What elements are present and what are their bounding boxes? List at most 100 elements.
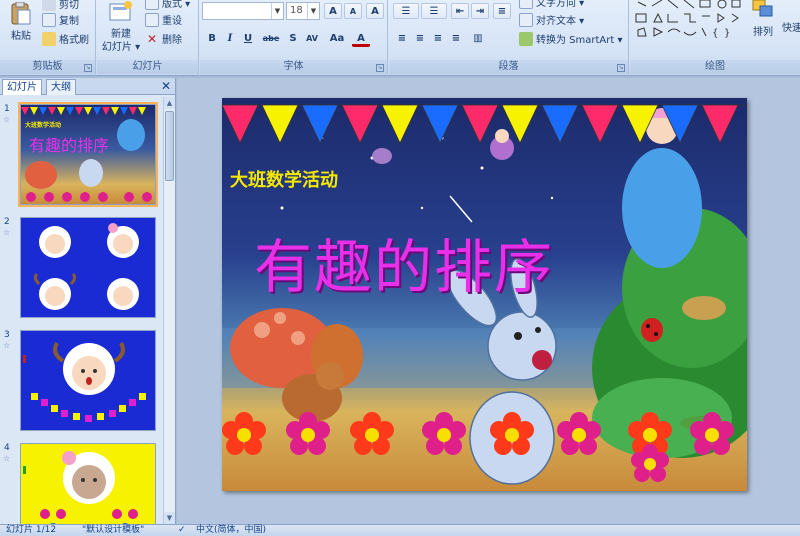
slide-thumbnail-4[interactable] (20, 443, 156, 524)
brush-icon (42, 31, 56, 46)
slide-title[interactable]: 有趣的排序 (254, 220, 554, 304)
underline-label: U (243, 33, 253, 44)
drawing-group: {} 排列 快速 绘图 (630, 0, 800, 76)
numbering-button[interactable]: ☰ (421, 3, 447, 19)
layout-button[interactable]: 版式 ▾ (145, 0, 190, 10)
copy-button[interactable]: 复制 (42, 12, 79, 27)
reset-button[interactable]: 重设 (145, 12, 182, 27)
change-case-button[interactable]: Aa (328, 31, 346, 47)
quick-styles-button[interactable]: 快速 (780, 22, 800, 35)
reset-label: 重设 (162, 16, 182, 27)
slide-thumbnail-3[interactable] (20, 330, 156, 431)
align-center-icon: ≡ (415, 33, 425, 44)
shadow-button[interactable]: S (284, 31, 302, 47)
align-left-button[interactable]: ≡ (393, 31, 411, 47)
change-case-label: Aa (329, 33, 345, 44)
thumbnail-list: 1 ☆ 大班数学活动 有趣的排序 2 ☆ 3 ☆ 4 ☆ (0, 97, 164, 524)
current-slide[interactable]: 大班数学活动 有趣的排序 (222, 98, 747, 491)
layout-icon (145, 0, 159, 10)
align-right-button[interactable]: ≡ (429, 31, 447, 47)
char-spacing-button[interactable]: AV (303, 31, 321, 47)
delete-label: 删除 (162, 35, 182, 46)
language-status[interactable]: 中文(简体，中国) (196, 525, 266, 536)
slides-group-label: 幻灯片 (97, 60, 198, 74)
scroll-up-icon[interactable]: ▲ (164, 97, 175, 109)
clear-format-button[interactable]: A (366, 3, 384, 19)
font-launcher-icon[interactable]: ↘ (376, 64, 384, 72)
font-size-value: 18 (290, 5, 303, 16)
grow-font-button[interactable]: A (324, 3, 342, 19)
paragraph-launcher-icon[interactable]: ↘ (617, 64, 625, 72)
delete-button[interactable]: ✕ 删除 (145, 31, 182, 47)
align-text-button[interactable]: 对齐文本 ▾ (519, 12, 584, 27)
clipboard-launcher-icon[interactable]: ↘ (84, 64, 92, 72)
cut-label: 剪切 (59, 0, 79, 11)
font-color-button[interactable]: A (352, 31, 370, 47)
close-icon[interactable]: ✕ (161, 79, 171, 93)
font-name-combo[interactable]: ▼ (202, 2, 284, 20)
scissors-icon (42, 0, 56, 11)
thumbnail-4-art (23, 451, 138, 524)
thumbnail-row[interactable]: 3 ☆ (0, 330, 164, 434)
chevron-down-icon[interactable]: ▼ (271, 3, 283, 19)
thumbnail-number: 2 (4, 217, 10, 227)
scroll-thumb[interactable] (165, 111, 174, 181)
paste-button[interactable]: 粘贴 (4, 1, 38, 43)
thumbnail-row[interactable]: 2 ☆ (0, 217, 164, 321)
smartart-button[interactable]: 转换为 SmartArt ▾ (519, 31, 623, 46)
animation-star-icon: ☆ (3, 454, 11, 463)
reset-icon (145, 12, 159, 27)
copy-label: 复制 (59, 16, 79, 27)
thumbnail-row[interactable]: 4 ☆ (0, 443, 164, 524)
align-center-button[interactable]: ≡ (411, 31, 429, 47)
theme-name[interactable]: "默认设计模板" (82, 525, 144, 536)
thumbnail-scrollbar[interactable]: ▲ ▼ (163, 97, 175, 524)
text-direction-button[interactable]: 文字方向 ▾ (519, 0, 584, 9)
arrange-icon (752, 0, 773, 17)
tab-slides[interactable]: 幻灯片 (2, 79, 42, 95)
ribbon: 粘贴 剪切 复制 格式刷 剪贴板 ↘ 新建 幻灯片 ▾ 版式 ▾ 重设 ✕ 删除 … (0, 0, 800, 76)
italic-button[interactable]: I (221, 31, 239, 47)
tab-outline[interactable]: 大纲 (46, 79, 76, 95)
arrange-button[interactable]: 排列 (748, 0, 778, 39)
align-right-icon: ≡ (433, 33, 443, 44)
thumbnail-row[interactable]: 1 ☆ 大班数学活动 有趣的排序 (0, 102, 164, 208)
spellcheck-icon[interactable]: ✓ (178, 525, 186, 536)
bold-button[interactable]: B (203, 31, 221, 47)
grow-font-label: A (329, 6, 337, 17)
chevron-down-icon[interactable]: ▼ (307, 3, 319, 19)
shrink-font-button[interactable]: A (344, 3, 362, 19)
text-direction-label: 文字方向 ▾ (536, 0, 585, 9)
new-slide-label-1: 新建 (111, 29, 131, 40)
layout-label: 版式 ▾ (162, 0, 191, 10)
new-slide-button[interactable]: 新建 幻灯片 ▾ (101, 0, 141, 54)
shapes-gallery-icon[interactable]: {} (634, 0, 742, 44)
thumbnail-2-art (33, 223, 139, 310)
slide-thumbnail-1[interactable]: 大班数学活动 有趣的排序 (18, 102, 158, 207)
columns-button[interactable]: ▥ (469, 31, 487, 47)
new-slide-icon (109, 1, 132, 21)
slide-thumbnail-2[interactable] (20, 217, 156, 318)
underline-button[interactable]: U (239, 31, 257, 47)
cut-button[interactable]: 剪切 (42, 0, 79, 11)
slide-editor: 大班数学活动 有趣的排序 (177, 78, 800, 524)
format-painter-button[interactable]: 格式刷 (42, 31, 89, 46)
animation-star-icon: ☆ (3, 228, 11, 237)
delete-icon: ✕ (146, 31, 158, 46)
slide-subtitle[interactable]: 大班数学活动 (230, 166, 338, 192)
increase-indent-button[interactable]: ⇥ (471, 3, 489, 19)
align-left-icon: ≡ (397, 33, 407, 44)
slides-panel: 幻灯片 大纲 ✕ 1 ☆ 大班数学活动 有趣的排序 2 ☆ 3 ☆ 4 ☆ ▲ … (0, 78, 176, 524)
justify-button[interactable]: ≡ (447, 31, 465, 47)
clipboard-group-label: 剪贴板 (0, 60, 95, 74)
paste-label: 粘贴 (11, 31, 31, 42)
thumbnail-1-subtitle: 大班数学活动 (25, 122, 62, 129)
shadow-label: S (289, 33, 297, 44)
line-spacing-button[interactable]: ≡ (493, 3, 511, 19)
format-painter-label: 格式刷 (59, 35, 89, 46)
scroll-down-icon[interactable]: ▼ (164, 512, 175, 524)
font-size-combo[interactable]: 18 ▼ (286, 2, 320, 20)
decrease-indent-button[interactable]: ⇤ (451, 3, 469, 19)
bullets-button[interactable]: ☰ (393, 3, 419, 19)
strikethrough-button[interactable]: abe (259, 31, 283, 47)
